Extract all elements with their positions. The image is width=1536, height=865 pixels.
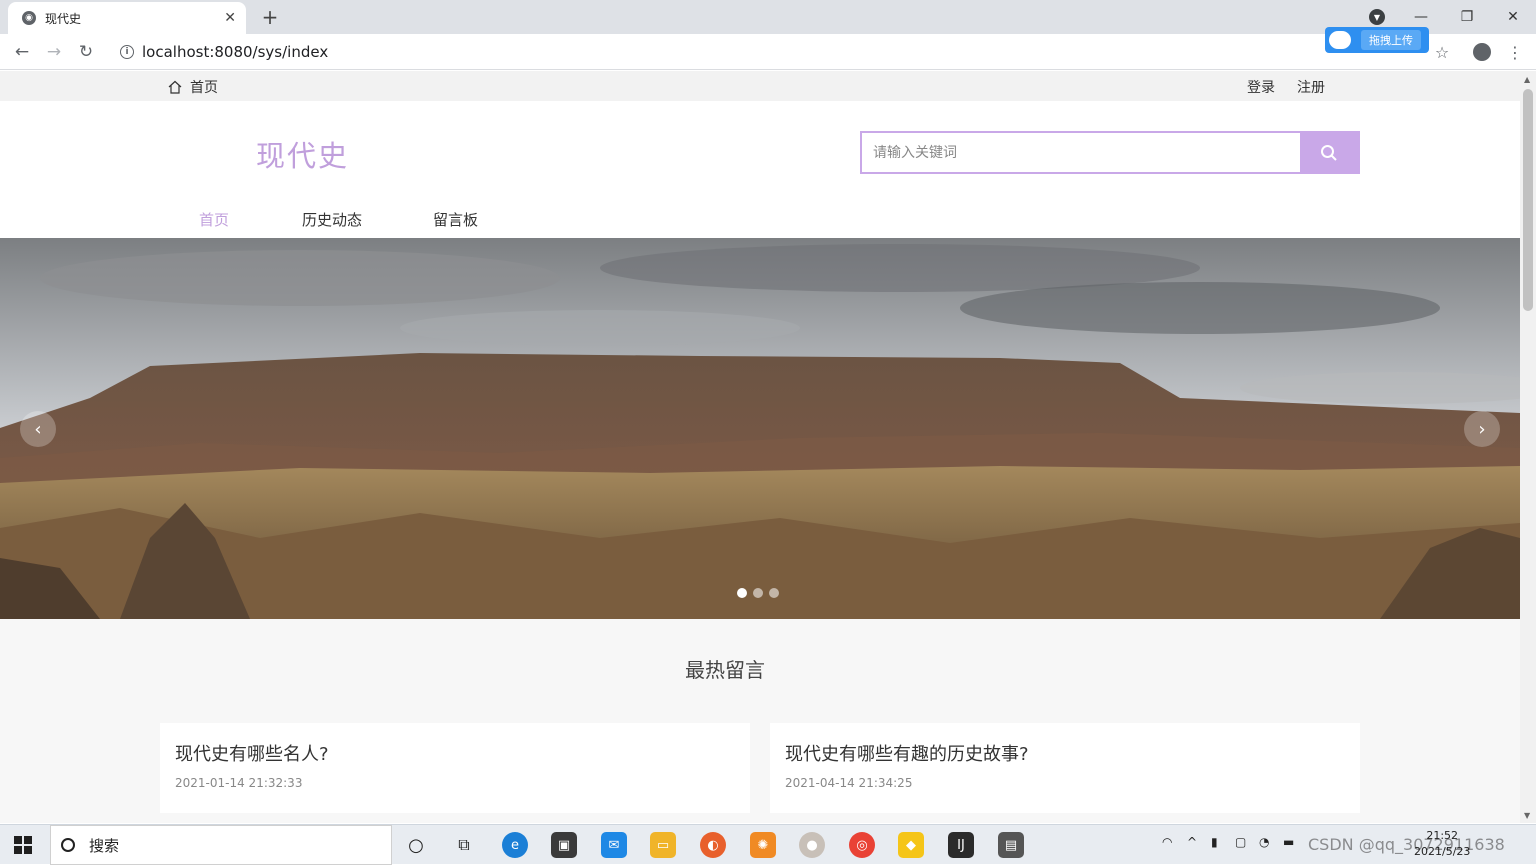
- task-view-icon[interactable]: ⧉: [451, 832, 477, 858]
- message-card-title[interactable]: 现代史有哪些有趣的历史故事?: [785, 740, 1345, 766]
- back-arrow-icon[interactable]: ←: [10, 40, 34, 64]
- home-link-label: 首页: [190, 80, 218, 96]
- nav-history-news[interactable]: 历史动态: [302, 209, 362, 230]
- hero-carousel[interactable]: ‹ ›: [0, 238, 1520, 619]
- intellij-icon[interactable]: IJ: [948, 832, 974, 858]
- hot-messages-title: 最热留言: [685, 658, 765, 682]
- site-logo[interactable]: 现代史: [256, 133, 349, 175]
- tab-title: 现代史: [45, 11, 82, 26]
- wifi-icon[interactable]: ◠: [1162, 835, 1172, 849]
- carousel-dot[interactable]: [769, 588, 779, 598]
- page-scrollbar[interactable]: ▲ ▼: [1520, 71, 1536, 823]
- menu-kebab-icon[interactable]: ⋮: [1504, 41, 1526, 63]
- globe-icon: ◉: [22, 11, 36, 25]
- browser-tab[interactable]: ◉ 现代史 ✕: [8, 2, 246, 34]
- scrollbar-thumb[interactable]: [1523, 89, 1533, 311]
- chrome-icon[interactable]: ◎: [849, 832, 875, 858]
- login-link[interactable]: 登录: [1247, 77, 1275, 97]
- carousel-indicators: [737, 588, 779, 598]
- message-card-date: 2021-01-14 21:32:33: [175, 776, 303, 790]
- display-icon[interactable]: ▢: [1235, 835, 1246, 849]
- chevron-left-icon: ‹: [34, 418, 42, 440]
- carousel-next-button[interactable]: ›: [1464, 411, 1500, 447]
- upload-extension-label: 拖拽上传: [1361, 30, 1421, 50]
- watermark-text: CSDN @qq_3072911638: [1308, 835, 1505, 854]
- cloud-icon: [1329, 31, 1351, 49]
- edge-icon[interactable]: e: [502, 832, 528, 858]
- taskbar-search-label: 搜索: [89, 836, 120, 855]
- bookmark-star-icon[interactable]: ☆: [1431, 41, 1453, 63]
- carousel-dot[interactable]: [737, 588, 747, 598]
- windows-start-icon[interactable]: [14, 836, 32, 854]
- top-strip: 首页 登录 注册: [0, 71, 1520, 101]
- carousel-dot[interactable]: [753, 588, 763, 598]
- site-header: 现代史 首页 历史动态 留言板: [0, 101, 1520, 238]
- store-icon[interactable]: ▣: [551, 832, 577, 858]
- address-bar[interactable]: i localhost:8080/sys/index: [108, 37, 1318, 67]
- terminal-icon[interactable]: ▤: [998, 832, 1024, 858]
- restore-icon[interactable]: ❐: [1444, 0, 1490, 34]
- chevron-up-icon[interactable]: ^: [1187, 835, 1197, 849]
- message-card[interactable]: 现代史有哪些名人? 2021-01-14 21:32:33: [160, 723, 750, 813]
- qq-icon[interactable]: ◔: [1259, 835, 1269, 849]
- home-link[interactable]: 首页: [168, 77, 218, 97]
- info-icon[interactable]: i: [120, 45, 134, 59]
- nav-home[interactable]: 首页: [199, 209, 229, 230]
- message-card-title[interactable]: 现代史有哪些名人?: [175, 740, 735, 766]
- scroll-up-icon[interactable]: ▲: [1524, 75, 1530, 84]
- browser-toolbar: ← → ↻ i localhost:8080/sys/index: [0, 34, 1536, 70]
- cortana-circle-icon[interactable]: ○: [403, 832, 429, 858]
- app-orange-icon[interactable]: ✺: [750, 832, 776, 858]
- scroll-down-icon[interactable]: ▼: [1524, 811, 1530, 820]
- landscape-slide-image: [0, 238, 1520, 619]
- profile-avatar-icon[interactable]: [1471, 41, 1493, 63]
- forward-arrow-icon[interactable]: →: [42, 40, 66, 64]
- home-icon: [168, 80, 182, 94]
- search-button[interactable]: [1300, 133, 1358, 172]
- battery-icon[interactable]: ▬: [1283, 835, 1294, 849]
- firefox-icon[interactable]: ◐: [700, 832, 726, 858]
- clock-date: 2021/5/23: [1414, 845, 1471, 858]
- web-page: 首页 登录 注册 现代史 首页 历史动态 留言板: [0, 71, 1520, 823]
- taskbar-search[interactable]: 搜索: [50, 825, 392, 865]
- search-input[interactable]: [862, 133, 1300, 172]
- browser-tabbar: ◉ 现代史 ✕ + ▼ — ❐ ✕: [0, 0, 1536, 34]
- carousel-prev-button[interactable]: ‹: [20, 411, 56, 447]
- upload-extension-button[interactable]: 拖拽上传: [1325, 27, 1429, 53]
- message-card[interactable]: 现代史有哪些有趣的历史故事? 2021-04-14 21:34:25: [770, 723, 1360, 813]
- reload-icon[interactable]: ↻: [74, 40, 98, 64]
- app-avatar-icon[interactable]: ●: [799, 832, 825, 858]
- microphone-icon[interactable]: ▮: [1211, 835, 1218, 849]
- chevron-down-icon[interactable]: ▼: [1369, 9, 1385, 25]
- chevron-right-icon: ›: [1478, 418, 1486, 440]
- taskbar-clock[interactable]: 21:52 2021/5/23: [1414, 828, 1470, 860]
- nav-message-board[interactable]: 留言板: [433, 209, 478, 230]
- address-url[interactable]: localhost:8080/sys/index: [142, 43, 328, 61]
- window-close-icon[interactable]: ✕: [1490, 0, 1536, 34]
- search-icon: [61, 838, 75, 852]
- new-tab-icon[interactable]: +: [258, 5, 282, 29]
- search-box: [860, 131, 1360, 174]
- mail-icon[interactable]: ✉: [601, 832, 627, 858]
- close-tab-icon[interactable]: ✕: [224, 10, 236, 26]
- register-link[interactable]: 注册: [1297, 77, 1325, 97]
- clock-time: 21:52: [1426, 829, 1459, 842]
- windows-taskbar: 搜索 ○ ⧉ e ▣ ✉ ▭ ◐ ✺ ● ◎ ◆ IJ ▤ ◠ ^ ▮ ▢ ◔ …: [0, 824, 1536, 865]
- folder-icon[interactable]: ◆: [898, 832, 924, 858]
- search-icon: [1321, 144, 1337, 161]
- file-explorer-icon[interactable]: ▭: [650, 832, 676, 858]
- message-card-date: 2021-04-14 21:34:25: [785, 776, 913, 790]
